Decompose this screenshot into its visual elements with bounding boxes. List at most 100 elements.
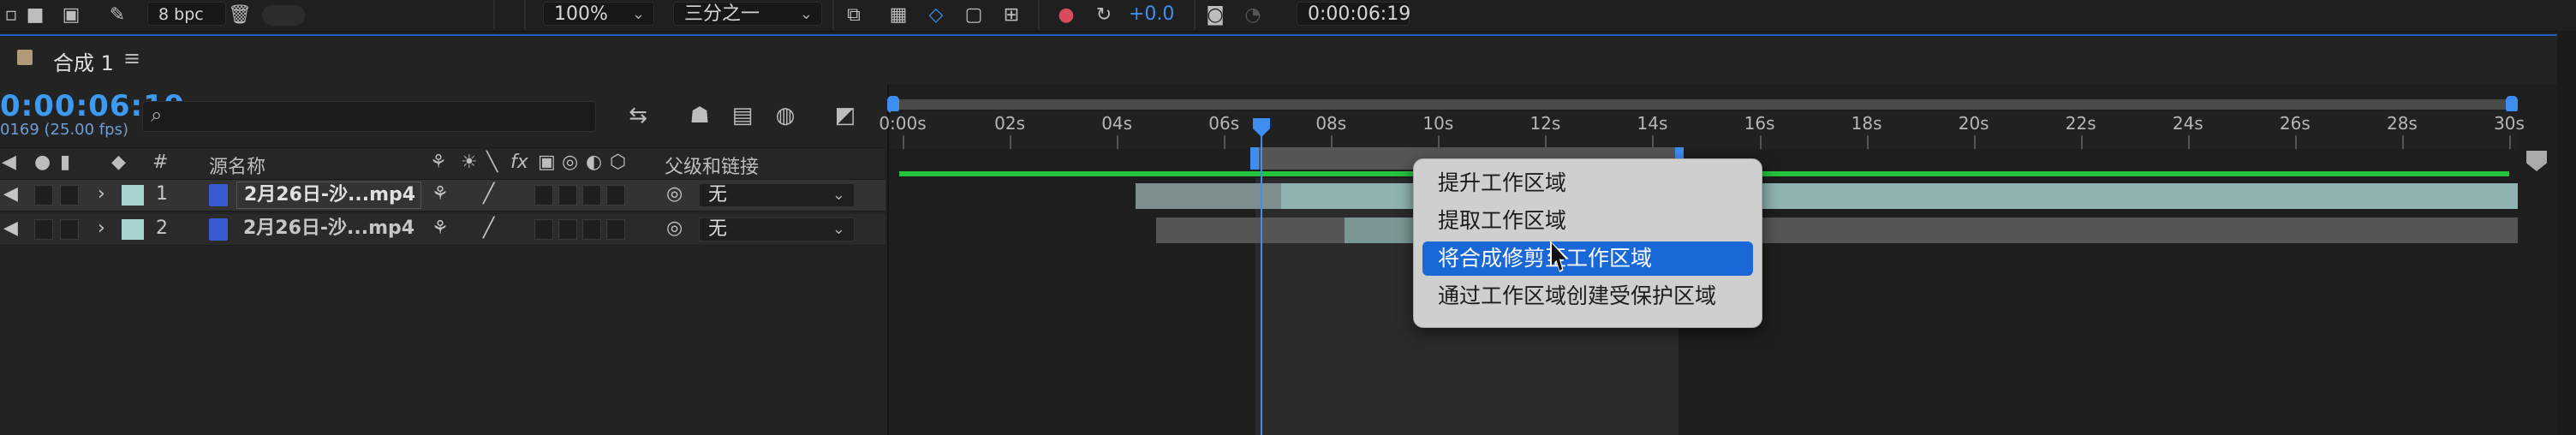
label-color-swatch[interactable] [122,185,144,206]
lock-toggle[interactable] [60,219,79,240]
parent-select[interactable]: 无 ⌄ [699,183,855,207]
layer-panel [0,84,886,435]
label-color-swatch[interactable] [122,219,144,240]
ruler-tick [1973,135,1976,149]
menu-item-lift-work-area[interactable]: 提升工作区域 [1422,166,1753,200]
work-area-start-handle[interactable] [1250,147,1259,170]
adjustment-switch-icon: ◐ [586,152,603,173]
solo-toggle[interactable] [34,219,53,240]
expand-chevron-icon[interactable]: › [98,218,105,239]
frame-blending-icon[interactable]: ▤ [728,101,757,130]
motion-blur-switch-icon: ◎ [562,152,579,173]
layer-name[interactable]: 2月26日-沙...mp4 [236,182,421,209]
ruler-tick-label: 10s [1422,113,1454,134]
speaker-icon[interactable]: ◀ [3,183,18,205]
motion-blur-icon[interactable]: ◍ [771,101,800,130]
show-snapshot-icon[interactable]: ◔ [1242,5,1264,26]
navigator-end-handle[interactable] [2506,96,2518,113]
ruler-tick-label: 16s [1744,113,1775,134]
search-icon: ⌕ [151,103,163,127]
table-row[interactable]: ◀ › 1 2月26日-沙...mp4 ⚘ ╱ ◎ 无 ⌄ [0,180,886,212]
bpc-button[interactable]: 8 bpc [147,2,226,26]
toggle-icon[interactable] [262,5,305,26]
ruler-tick-label: 26s [2279,113,2311,134]
quality-switch-icon: ╲ [486,152,498,173]
frame-blend-switch-icon: ▣ [538,152,556,173]
chevron-down-icon: ⌄ [631,5,645,23]
expand-chevron-icon[interactable]: › [98,183,105,205]
snapshot-icon[interactable]: ▫ [0,5,22,26]
switch-box[interactable] [558,219,577,240]
graph-editor-icon[interactable]: ◩ [831,101,860,130]
ruler-tick [1759,135,1762,149]
work-area-context-menu: 提升工作区域 提取工作区域 将合成修剪至工作区域 通过工作区域创建受保护区域 [1413,158,1762,328]
ruler-tick [2294,135,2297,149]
shy-switch-icon[interactable]: ⚘ [432,183,449,205]
channel-icon[interactable]: ● [1055,5,1077,26]
current-time-indicator[interactable] [1261,128,1262,435]
reset-exposure-icon[interactable]: ↻ [1093,5,1115,26]
ruler-tick-label: 0:00s [879,113,927,134]
menu-item-extract-work-area[interactable]: 提取工作区域 [1422,204,1753,238]
time-ruler[interactable] [891,111,2518,149]
grid-guides-icon[interactable]: ⊞ [1000,5,1023,26]
parent-select[interactable]: 无 ⌄ [699,218,855,241]
viewer-toolbar: ▫ ■ ▣ ✎ 8 bpc 🗑 100% ⌄ 三分之一 ⌄ ⧉ ▦ ◇ ▢ ⊞ … [0,0,2576,33]
switch-box[interactable] [582,185,601,206]
zoom-select[interactable]: 100% ⌄ [543,2,654,26]
ruler-tick [2080,135,2083,149]
divider [1194,0,1196,29]
pick-whip-icon[interactable]: ◎ [666,218,683,239]
transparency-grid-icon[interactable]: ▦ [887,5,909,26]
timecode-field[interactable]: 0:00:06:19 [1297,2,1410,26]
mask-path-icon[interactable]: ◇ [925,5,947,26]
layer-name[interactable]: 2月26日-沙...mp4 [236,216,414,241]
draft-3d-icon[interactable]: ☗ [685,101,714,130]
folder-icon[interactable]: ■ [24,5,46,26]
fast-preview-icon[interactable]: ⧉ [843,5,865,26]
switch-box[interactable] [534,185,553,206]
render-queue-icon[interactable]: ▣ [60,5,82,26]
switch-box[interactable] [558,185,577,206]
menu-item-trim-comp-to-work-area[interactable]: 将合成修剪至工作区域 [1422,241,1753,276]
trash-icon[interactable]: 🗑 [228,5,252,26]
ruler-tick-label: 14s [1637,113,1668,134]
switch-box[interactable] [582,219,601,240]
switch-box[interactable] [606,219,625,240]
tab-menu-icon[interactable]: ≡ [123,46,140,70]
solo-toggle[interactable] [34,185,53,206]
zoom-value: 100% [554,3,608,25]
tab-composition[interactable]: 合成 1 [53,46,114,76]
resolution-select[interactable]: 三分之一 ⌄ [673,2,822,26]
quality-switch-icon[interactable]: ╱ [483,218,494,239]
region-of-interest-icon[interactable]: ▢ [963,5,985,26]
ruler-tick-label: 20s [1958,113,1989,134]
switch-box[interactable] [534,219,553,240]
pen-icon[interactable]: ✎ [106,5,128,26]
source-name-column[interactable]: 源名称 [209,152,265,179]
resolution-value: 三分之一 [684,3,760,25]
switch-box[interactable] [606,185,625,206]
video-file-icon [209,218,228,241]
ruler-tick-label: 30s [2494,113,2525,134]
layer-1-duration-bar[interactable] [1136,183,2518,209]
ruler-tick [1866,135,1869,149]
composition-mini-flowchart-icon[interactable]: ⇆ [623,101,653,130]
layer-search-input[interactable] [142,101,596,132]
comp-color-swatch [17,50,33,65]
camera-icon[interactable]: ◙ [1204,5,1226,26]
shy-switch-icon[interactable]: ⚘ [432,218,449,239]
table-row[interactable]: ◀ › 2 2月26日-沙...mp4 ⚘ ╱ ◎ 无 ⌄ [0,214,886,246]
ruler-tick-label: 24s [2172,113,2203,134]
navigator-start-handle[interactable] [887,96,899,113]
quality-switch-icon[interactable]: ╱ [483,183,494,205]
exposure-value[interactable]: +0.0 [1129,3,1174,25]
ruler-tick [1010,135,1012,149]
shy-switch-icon: ⚘ [430,152,447,173]
pick-whip-icon[interactable]: ◎ [666,183,683,205]
lock-toggle[interactable] [60,185,79,206]
parent-value: 无 [708,218,728,240]
speaker-icon[interactable]: ◀ [3,218,18,239]
menu-item-create-protected-region[interactable]: 通过工作区域创建受保护区域 [1422,279,1753,313]
time-navigator-bar[interactable] [892,99,2514,110]
